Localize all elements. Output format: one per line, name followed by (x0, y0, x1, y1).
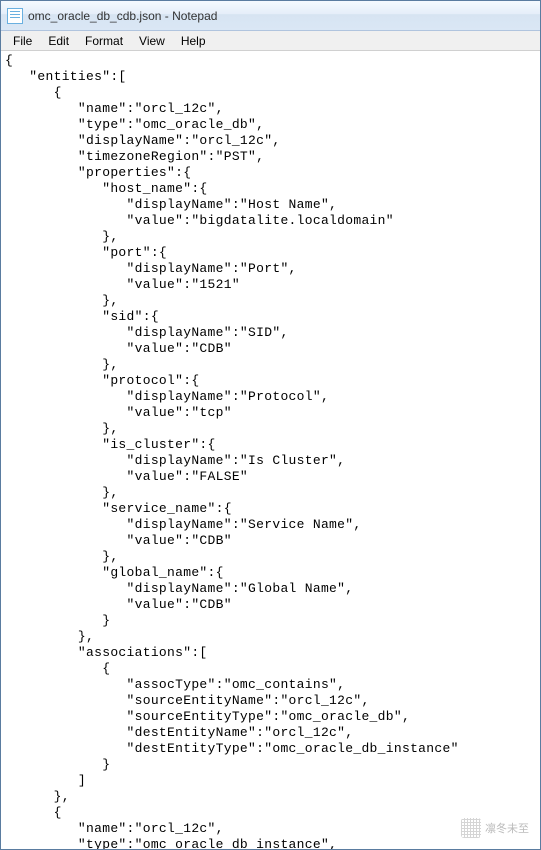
watermark: 凛冬未至 (461, 818, 529, 838)
watermark-text: 凛冬未至 (485, 820, 529, 836)
menu-view[interactable]: View (131, 32, 173, 50)
menu-format[interactable]: Format (77, 32, 131, 50)
menu-help[interactable]: Help (173, 32, 214, 50)
notepad-icon (7, 8, 23, 24)
menu-file[interactable]: File (5, 32, 40, 50)
menu-edit[interactable]: Edit (40, 32, 77, 50)
title-bar[interactable]: omc_oracle_db_cdb.json - Notepad (1, 1, 540, 31)
editor-content[interactable]: { "entities":[ { "name":"orcl_12c", "typ… (1, 51, 540, 849)
window-title: omc_oracle_db_cdb.json - Notepad (28, 9, 217, 23)
qr-icon (461, 818, 481, 838)
menu-bar: File Edit Format View Help (1, 31, 540, 51)
